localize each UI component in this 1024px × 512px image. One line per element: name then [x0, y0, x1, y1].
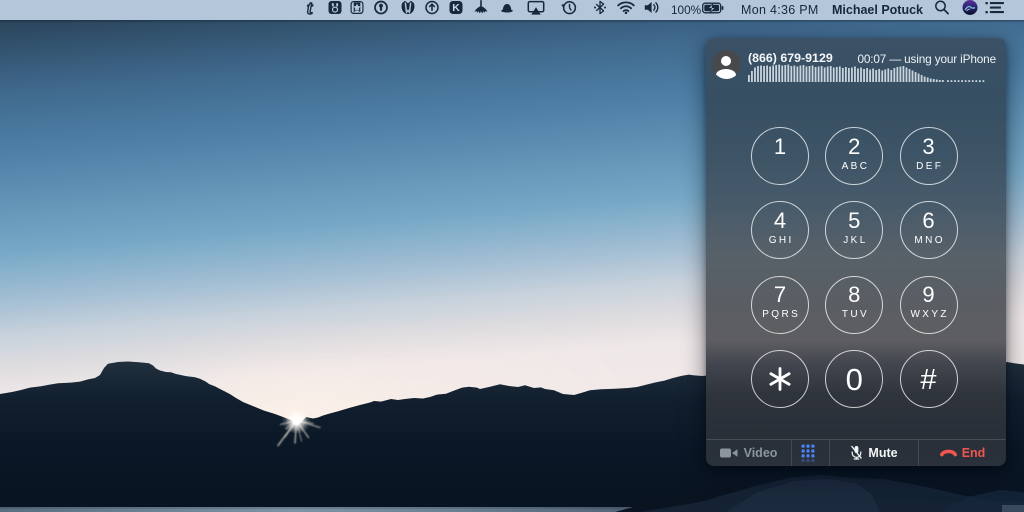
- svg-text:K: K: [453, 2, 461, 14]
